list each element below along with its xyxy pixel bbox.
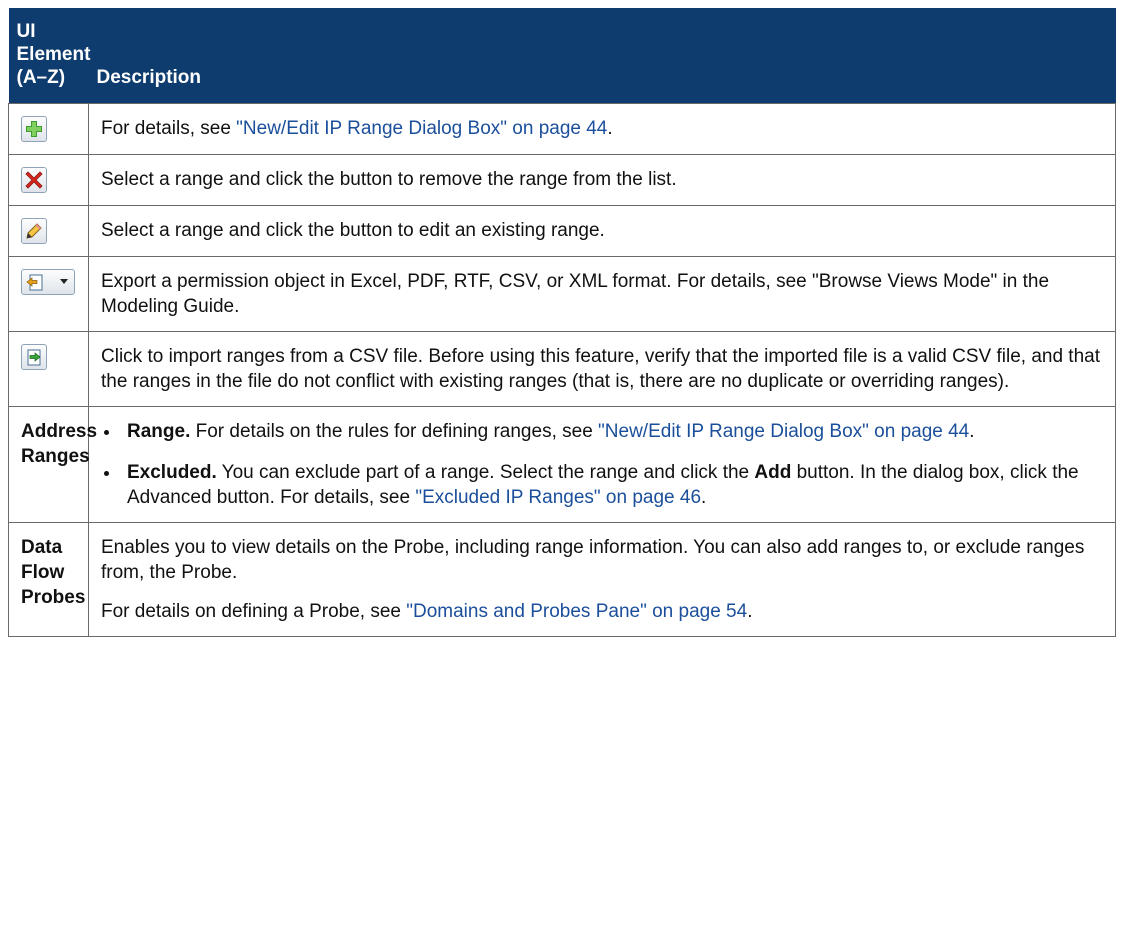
import-icon[interactable] [21,344,47,370]
excluded-label: Excluded. [127,462,217,483]
ui-element-name-address-ranges: Address Ranges [8,406,97,523]
table-row: Select a range and click the button to e… [8,205,1116,257]
add-bold-text: Add [754,462,792,483]
address-name-line2: Ranges [21,446,90,467]
description-cell: Range. For details on the rules for defi… [88,406,1116,523]
new-ip-range-link[interactable]: "New/Edit IP Range Dialog Box" on page 4… [236,118,607,139]
range-text: For details on the rules for defining ra… [190,421,599,442]
description-cell: Enables you to view details on the Probe… [88,522,1116,637]
probes-para2-end: . [747,601,753,622]
header-ui-line2: Element [16,44,91,65]
header-ui-element: UI Element (A–Z) [8,8,91,104]
delete-red-x-icon[interactable] [21,167,47,193]
header-ui-line3: (A–Z) [16,67,66,88]
ui-element-cell [8,331,89,407]
address-name-line1: Address [21,421,98,442]
probes-name-line2: Flow [21,562,65,583]
range-label: Range. [127,421,191,442]
ui-element-cell [8,205,89,257]
excluded-text1: You can exclude part of a range. Select … [216,462,755,483]
table-row: Select a range and click the button to r… [8,154,1116,206]
table-row: Address Ranges Range. For details on the… [8,406,1116,523]
ui-element-cell [8,154,89,206]
table-row: Click to import ranges from a CSV file. … [8,331,1116,407]
description-cell: Click to import ranges from a CSV file. … [88,331,1116,407]
range-end: . [969,421,975,442]
table-row: For details, see "New/Edit IP Range Dial… [8,103,1116,155]
description-cell: Export a permission object in Excel, PDF… [88,256,1116,332]
excluded-ip-ranges-link[interactable]: "Excluded IP Ranges" on page 46 [415,487,701,508]
domains-probes-link[interactable]: "Domains and Probes Pane" on page 54 [406,601,747,622]
range-dialog-link[interactable]: "New/Edit IP Range Dialog Box" on page 4… [598,421,969,442]
header-description: Description [88,8,1116,104]
probes-para2: For details on defining a Probe, see "Do… [101,599,1103,624]
table-header-row: UI Element (A–Z) Description [8,8,1116,104]
probes-name-line1: Data [21,537,63,558]
list-item: Range. For details on the rules for defi… [121,419,1103,444]
ui-element-cell [8,256,89,332]
add-green-plus-icon[interactable] [21,116,47,142]
chevron-down-icon [60,279,68,284]
header-ui-line1: UI [16,21,36,42]
excluded-end: . [701,487,707,508]
list-item: Excluded. You can exclude part of a rang… [121,460,1103,510]
probes-name-line3: Probes [21,587,86,608]
edit-pencil-icon[interactable] [21,218,47,244]
new-description-end: . [607,118,613,139]
probes-para2-text: For details on defining a Probe, see [101,601,407,622]
table-row: Data Flow Probes Enables you to view det… [8,522,1116,637]
export-icon[interactable] [21,269,75,295]
ui-element-cell [8,103,89,155]
description-cell: Select a range and click the button to e… [88,205,1116,257]
address-bullet-list: Range. For details on the rules for defi… [101,419,1103,510]
description-cell: For details, see "New/Edit IP Range Dial… [88,103,1116,155]
new-description: For details, see [101,118,237,139]
ui-element-name-data-flow-probes: Data Flow Probes [8,522,89,637]
table-row: Export a permission object in Excel, PDF… [8,256,1116,332]
probes-para1: Enables you to view details on the Probe… [101,537,1085,583]
ui-elements-table: UI Element (A–Z) Description For details… [8,8,1116,637]
description-cell: Select a range and click the button to r… [88,154,1116,206]
